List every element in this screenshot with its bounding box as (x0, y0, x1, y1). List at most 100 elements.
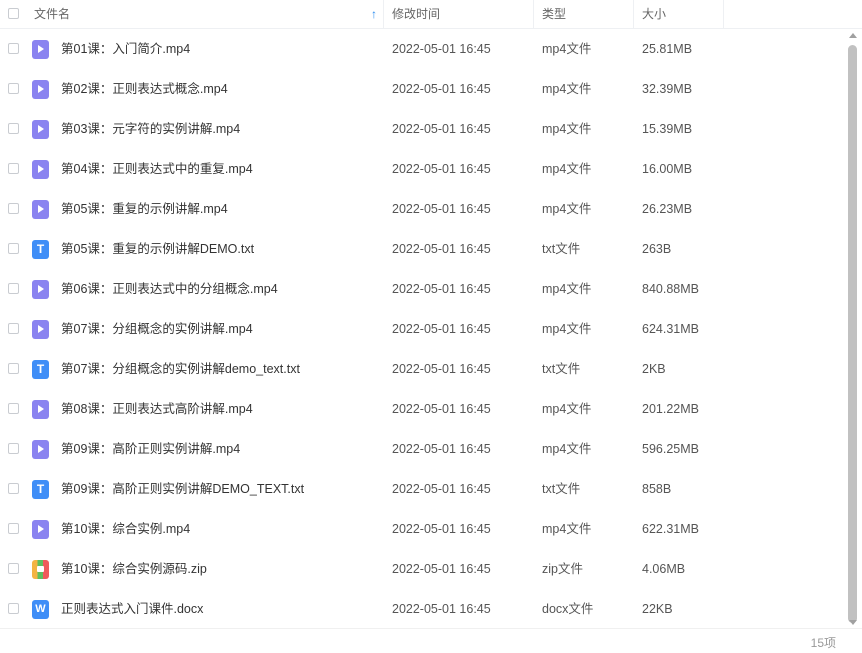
scroll-up-icon[interactable] (849, 33, 857, 38)
row-checkbox[interactable] (8, 163, 19, 174)
video-file-icon (32, 400, 49, 419)
file-name[interactable]: 第02课：正则表达式概念.mp4 (61, 69, 228, 109)
file-name[interactable]: 第05课：重复的示例讲解.mp4 (61, 189, 228, 229)
file-name[interactable]: 第10课：综合实例源码.zip (61, 549, 207, 589)
file-type: mp4文件 (542, 402, 592, 416)
file-type: txt文件 (542, 242, 581, 256)
file-type: txt文件 (542, 362, 581, 376)
file-type: mp4文件 (542, 202, 592, 216)
file-size: 22KB (642, 602, 673, 616)
file-row[interactable]: 第08课：正则表达式高阶讲解.mp4 2022-05-01 16:45 mp4文件 2… (0, 389, 845, 429)
modified-time: 2022-05-01 16:45 (392, 562, 491, 576)
vertical-scrollbar[interactable] (845, 29, 862, 627)
video-file-icon (32, 280, 49, 299)
file-row[interactable]: T 第09课：高阶正则实例讲解DEMO_TEXT.txt 2022-05-01 16… (0, 469, 845, 509)
row-checkbox[interactable] (8, 603, 19, 614)
file-size: 201.22MB (642, 402, 699, 416)
file-size: 26.23MB (642, 202, 693, 216)
file-size: 25.81MB (642, 42, 693, 56)
row-checkbox[interactable] (8, 83, 19, 94)
item-count: 15项 (810, 636, 836, 650)
modified-time: 2022-05-01 16:45 (392, 82, 491, 96)
row-checkbox[interactable] (8, 123, 19, 134)
file-size: 596.25MB (642, 442, 699, 456)
file-name[interactable]: 第01课：入门简介.mp4 (61, 29, 190, 69)
column-header-type[interactable]: 类型 (534, 0, 634, 28)
file-row[interactable]: 第10课：综合实例.mp4 2022-05-01 16:45 mp4文件 622.31… (0, 509, 845, 549)
file-name[interactable]: 第06课：正则表达式中的分组概念.mp4 (61, 269, 278, 309)
file-name[interactable]: 第08课：正则表达式高阶讲解.mp4 (61, 389, 253, 429)
file-name[interactable]: 第07课：分组概念的实例讲解demo_text.txt (61, 349, 300, 389)
file-type: mp4文件 (542, 82, 592, 96)
file-name[interactable]: 正则表达式入门课件.docx (61, 589, 203, 629)
row-checkbox[interactable] (8, 323, 19, 334)
file-type: mp4文件 (542, 322, 592, 336)
file-type: mp4文件 (542, 162, 592, 176)
file-size: 858B (642, 482, 672, 496)
video-file-icon (32, 520, 49, 539)
modified-time: 2022-05-01 16:45 (392, 442, 491, 456)
scroll-down-icon[interactable] (849, 620, 857, 625)
file-row[interactable]: 第10课：综合实例源码.zip 2022-05-01 16:45 zip文件 4.06… (0, 549, 845, 589)
file-name[interactable]: 第05课：重复的示例讲解DEMO.txt (61, 229, 254, 269)
row-checkbox[interactable] (8, 443, 19, 454)
row-checkbox[interactable] (8, 403, 19, 414)
row-checkbox[interactable] (8, 43, 19, 54)
text-file-icon: T (32, 240, 49, 259)
video-file-icon (32, 320, 49, 339)
file-name[interactable]: 第03课：元字符的实例讲解.mp4 (61, 109, 240, 149)
row-checkbox[interactable] (8, 483, 19, 494)
modified-time: 2022-05-01 16:45 (392, 162, 491, 176)
modified-time: 2022-05-01 16:45 (392, 482, 491, 496)
row-checkbox[interactable] (8, 523, 19, 534)
file-row[interactable]: 第06课：正则表达式中的分组概念.mp4 2022-05-01 16:45 mp4文… (0, 269, 845, 309)
file-name[interactable]: 第09课：高阶正则实例讲解.mp4 (61, 429, 240, 469)
modified-time: 2022-05-01 16:45 (392, 402, 491, 416)
modified-time: 2022-05-01 16:45 (392, 322, 491, 336)
scrollbar-thumb[interactable] (848, 45, 857, 623)
file-row[interactable]: 第03课：元字符的实例讲解.mp4 2022-05-01 16:45 mp4文件 15… (0, 109, 845, 149)
file-row[interactable]: 第04课：正则表达式中的重复.mp4 2022-05-01 16:45 mp4文件 1… (0, 149, 845, 189)
file-name[interactable]: 第07课：分组概念的实例讲解.mp4 (61, 309, 253, 349)
file-row[interactable]: T 第07课：分组概念的实例讲解demo_text.txt 2022-05-01 1… (0, 349, 845, 389)
column-header-time[interactable]: 修改时间 (384, 0, 534, 28)
row-checkbox[interactable] (8, 563, 19, 574)
file-size: 624.31MB (642, 322, 699, 336)
select-all-checkbox[interactable] (8, 8, 19, 19)
modified-time: 2022-05-01 16:45 (392, 202, 491, 216)
file-type: mp4文件 (542, 442, 592, 456)
file-row[interactable]: 第02课：正则表达式概念.mp4 2022-05-01 16:45 mp4文件 32.… (0, 69, 845, 109)
file-row[interactable]: T 第05课：重复的示例讲解DEMO.txt 2022-05-01 16:45 txt… (0, 229, 845, 269)
file-row[interactable]: 第01课：入门简介.mp4 2022-05-01 16:45 mp4文件 25.81M… (0, 29, 845, 69)
word-file-icon: W (32, 600, 49, 619)
modified-time: 2022-05-01 16:45 (392, 522, 491, 536)
file-name[interactable]: 第10课：综合实例.mp4 (61, 509, 190, 549)
file-size: 2KB (642, 362, 666, 376)
file-type: mp4文件 (542, 42, 592, 56)
file-type: mp4文件 (542, 122, 592, 136)
row-checkbox[interactable] (8, 363, 19, 374)
file-row[interactable]: 第07课：分组概念的实例讲解.mp4 2022-05-01 16:45 mp4文件 6… (0, 309, 845, 349)
row-checkbox[interactable] (8, 203, 19, 214)
file-row[interactable]: 第09课：高阶正则实例讲解.mp4 2022-05-01 16:45 mp4文件 59… (0, 429, 845, 469)
row-checkbox[interactable] (8, 283, 19, 294)
file-row[interactable]: W 正则表达式入门课件.docx 2022-05-01 16:45 docx文件 22K… (0, 589, 845, 629)
file-type: txt文件 (542, 482, 581, 496)
file-name[interactable]: 第04课：正则表达式中的重复.mp4 (61, 149, 253, 189)
file-name[interactable]: 第09课：高阶正则实例讲解DEMO_TEXT.txt (61, 469, 304, 509)
modified-time: 2022-05-01 16:45 (392, 602, 491, 616)
column-header-name[interactable]: 文件名 ↑ (26, 0, 384, 28)
column-header-size[interactable]: 大小 (634, 0, 724, 28)
row-checkbox[interactable] (8, 243, 19, 254)
modified-time: 2022-05-01 16:45 (392, 42, 491, 56)
file-size: 16.00MB (642, 162, 693, 176)
file-row[interactable]: 第05课：重复的示例讲解.mp4 2022-05-01 16:45 mp4文件 26.… (0, 189, 845, 229)
modified-time: 2022-05-01 16:45 (392, 122, 491, 136)
modified-time: 2022-05-01 16:45 (392, 282, 491, 296)
file-type: docx文件 (542, 602, 594, 616)
file-type: mp4文件 (542, 522, 592, 536)
video-file-icon (32, 80, 49, 99)
video-file-icon (32, 160, 49, 179)
sort-ascending-icon[interactable]: ↑ (371, 0, 377, 28)
text-file-icon: T (32, 480, 49, 499)
